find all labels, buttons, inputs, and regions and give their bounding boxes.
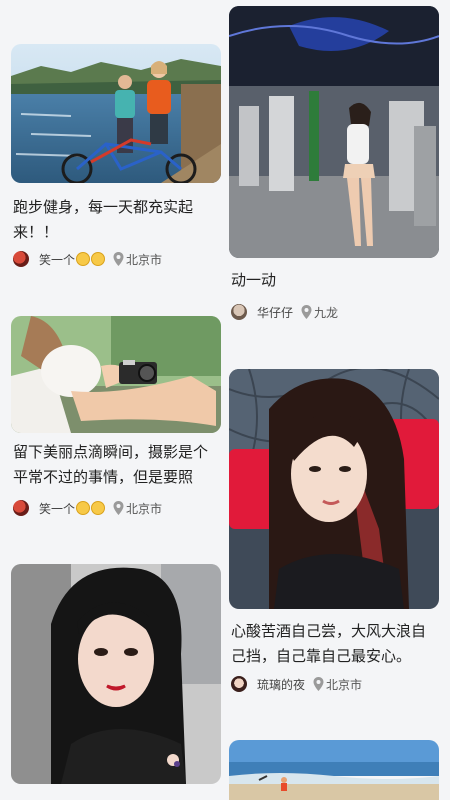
grin-emoji-icon bbox=[91, 252, 106, 266]
post-meta: 琉璃的夜 北京市 bbox=[231, 674, 362, 694]
user-name[interactable]: 笑一个 bbox=[39, 251, 75, 268]
location-label: 北京市 bbox=[126, 252, 163, 267]
post-image[interactable] bbox=[11, 564, 221, 784]
user-name[interactable]: 琉璃的夜 bbox=[257, 676, 305, 693]
camera-woman-photo bbox=[11, 316, 221, 433]
user-name[interactable]: 笑一个 bbox=[39, 500, 75, 517]
gym-photo bbox=[229, 6, 439, 258]
post-meta: 笑一个 北京市 bbox=[13, 249, 162, 269]
location-label: 北京市 bbox=[326, 677, 363, 692]
post-caption: 跑步健身，每一天都充实起来！！ bbox=[13, 198, 194, 241]
post-image[interactable] bbox=[229, 740, 439, 800]
beach-photo bbox=[229, 740, 439, 800]
car-selfie-photo bbox=[11, 564, 221, 784]
post-image[interactable] bbox=[229, 369, 439, 609]
grin-emoji-icon bbox=[76, 501, 91, 515]
post-meta: 华仔仔 九龙 bbox=[231, 302, 338, 322]
post-meta: 笑一个 北京市 bbox=[13, 498, 162, 518]
user-avatar[interactable] bbox=[13, 500, 29, 516]
grin-emoji-icon bbox=[76, 252, 91, 266]
post-caption: 留下美丽点滴瞬间，摄影是个平常不过的事情，但是要照片… bbox=[13, 443, 209, 486]
location-pin-icon bbox=[113, 252, 124, 266]
user-avatar[interactable] bbox=[13, 251, 29, 267]
user-avatar[interactable] bbox=[231, 676, 247, 692]
location-pin-icon bbox=[313, 677, 324, 691]
feed: 跑步健身，每一天都充实起来！！ 笑一个 北京市 留下美丽点滴瞬间，摄影是个平常不… bbox=[0, 0, 450, 800]
location-label: 九龙 bbox=[314, 305, 339, 320]
location-label: 北京市 bbox=[126, 501, 163, 516]
post-caption: 动一动 bbox=[231, 271, 277, 289]
post-caption: 心酸苦酒自己尝，大风大浪自己挡，自己靠自己最安心。 bbox=[231, 622, 427, 665]
red-chair-selfie-photo bbox=[229, 369, 439, 609]
user-name[interactable]: 华仔仔 bbox=[257, 304, 293, 321]
post-image[interactable] bbox=[11, 44, 221, 183]
user-avatar[interactable] bbox=[231, 304, 247, 320]
post-image[interactable] bbox=[11, 316, 221, 433]
location-pin-icon bbox=[301, 305, 312, 319]
grin-emoji-icon bbox=[91, 501, 106, 515]
lake-bicycle-photo bbox=[11, 44, 221, 183]
location-pin-icon bbox=[113, 501, 124, 515]
post-image[interactable] bbox=[229, 6, 439, 258]
